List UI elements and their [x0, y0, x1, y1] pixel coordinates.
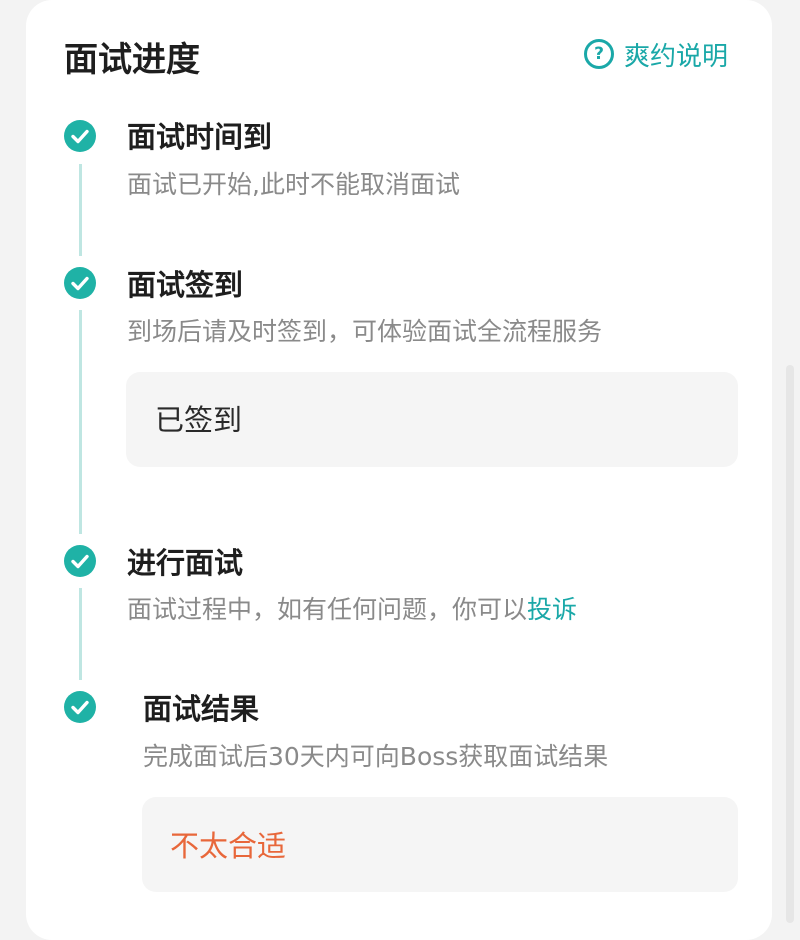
step-desc-time-arrived: 面试已开始,此时不能取消面试	[127, 170, 460, 199]
no-show-explanation-link[interactable]: ? 爽约说明	[584, 36, 728, 72]
step-desc-in-interview: 面试过程中，如有任何问题，你可以投诉	[127, 592, 577, 628]
step-title-check-in: 面试签到	[127, 268, 244, 302]
check-circle-icon	[64, 691, 96, 723]
timeline-connector	[78, 588, 82, 680]
no-show-explanation-label: 爽约说明	[624, 41, 729, 72]
check-in-status-text: 已签到	[155, 403, 243, 437]
check-circle-icon	[64, 267, 96, 299]
check-circle-icon	[64, 545, 96, 577]
scrollbar-track[interactable]	[786, 365, 794, 923]
check-circle-icon	[64, 120, 96, 152]
page-title: 面试进度	[64, 40, 200, 80]
complaint-link[interactable]: 投诉	[527, 595, 577, 624]
step-desc-interview-result: 完成面试后30天内可向Boss获取面试结果	[143, 742, 609, 771]
question-circle-icon: ?	[584, 39, 614, 69]
step-title-in-interview: 进行面试	[127, 546, 244, 580]
step-title-interview-result: 面试结果	[143, 692, 260, 726]
step-desc-check-in: 到场后请及时签到，可体验面试全流程服务	[127, 317, 603, 346]
step-title-time-arrived: 面试时间到	[127, 120, 273, 154]
interview-result-text: 不太合适	[170, 829, 287, 863]
timeline-connector	[78, 310, 82, 534]
timeline-connector	[78, 164, 82, 256]
step-desc-in-interview-text: 面试过程中，如有任何问题，你可以	[127, 595, 528, 624]
